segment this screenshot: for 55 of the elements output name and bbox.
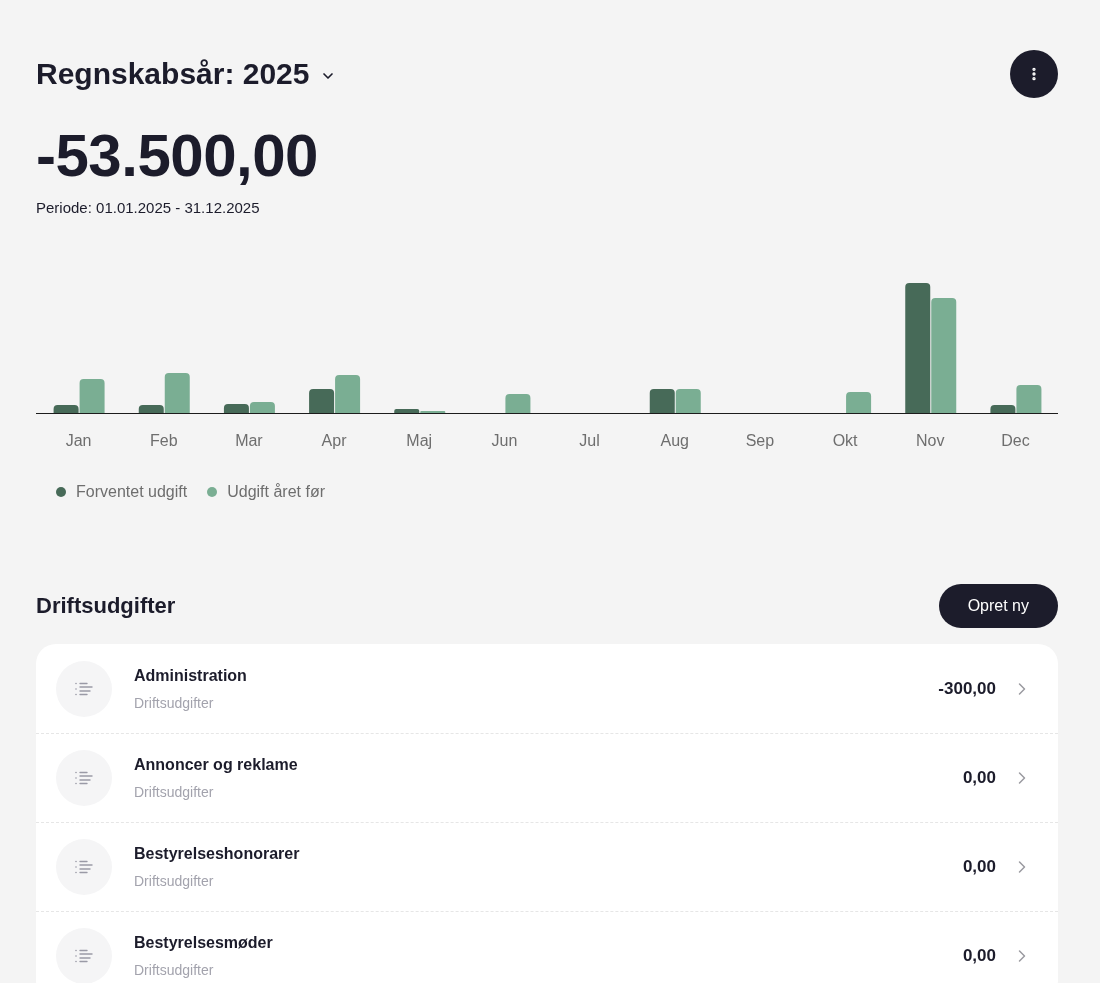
month-label: Jul [579, 431, 600, 451]
expense-amount: 0,00 [962, 767, 996, 789]
expense-title: Annoncer og reklame [134, 755, 298, 775]
expense-title: Administration [134, 665, 247, 686]
expense-row[interactable]: Annoncer og reklame Driftsudgifter 0,00 [36, 733, 1058, 822]
prior-year-expense-bar [505, 394, 531, 413]
expected-expense-bar [649, 389, 675, 413]
month-label: Okt [832, 431, 858, 451]
expense-category: Driftsudgifter [134, 961, 214, 980]
list-icon [75, 949, 93, 963]
month-label: Dec [1001, 431, 1030, 451]
create-new-button[interactable]: Opret ny [938, 584, 1058, 628]
expense-category: Driftsudgifter [134, 783, 214, 802]
expense-row[interactable]: Administration Driftsudgifter -300,00 [36, 644, 1058, 733]
expense-amount: 0,00 [962, 945, 996, 967]
prior-year-expense-bar [1016, 385, 1042, 413]
legend-label: Forventet udgift [76, 482, 188, 502]
month-label: Apr [321, 431, 347, 451]
expected-expense-bar [223, 404, 249, 413]
month-label: Feb [149, 431, 178, 451]
month-label: Mar [235, 431, 263, 451]
list-icon [75, 771, 93, 785]
prior-year-expense-bar [675, 389, 701, 413]
total-amount: -53.500,00 [36, 126, 318, 186]
expense-amount: -300,00 [938, 677, 996, 700]
month-label: Jan [65, 431, 92, 451]
month-label: Sep [745, 431, 775, 451]
expected-expense-bar [990, 405, 1016, 413]
expense-amount: 0,00 [962, 856, 996, 878]
prior-year-expense-bar [846, 392, 872, 413]
month-label: Maj [406, 431, 433, 451]
list-icon [75, 860, 93, 874]
prior-year-expense-bar [249, 402, 275, 413]
expense-category: Driftsudgifter [134, 872, 214, 891]
fiscal-year-dropdown[interactable]: Regnskabsår: 2025 [36, 56, 336, 92]
list-icon [75, 681, 93, 696]
period-text: Periode: 01.01.2025 - 31.12.2025 [36, 198, 260, 218]
expected-expense-bar [309, 389, 335, 413]
expected-expense-bar [394, 409, 420, 413]
month-label: Aug [660, 431, 689, 451]
legend-label: Udgift året før [227, 482, 325, 502]
month-label: Nov [916, 431, 945, 451]
expense-row[interactable]: Bestyrelseshonorarer Driftsudgifter 0,00 [36, 822, 1058, 911]
prior-year-expense-bar [335, 375, 361, 413]
prior-year-expense-bar [79, 379, 105, 413]
more-menu-button[interactable] [1010, 50, 1058, 98]
expense-title: Bestyrelseshonorarer [134, 844, 300, 864]
expense-category: Driftsudgifter [134, 693, 214, 713]
expense-title: Bestyrelsesmøder [134, 933, 273, 953]
prior-year-expense-bar [164, 373, 190, 413]
expected-expense-bar [53, 405, 79, 413]
expected-expense-bar [138, 405, 164, 413]
section-title: Driftsudgifter [36, 592, 176, 620]
month-label: Jun [491, 431, 518, 451]
expense-row[interactable]: Bestyrelsesmøder Driftsudgifter 0,00 [36, 911, 1058, 983]
